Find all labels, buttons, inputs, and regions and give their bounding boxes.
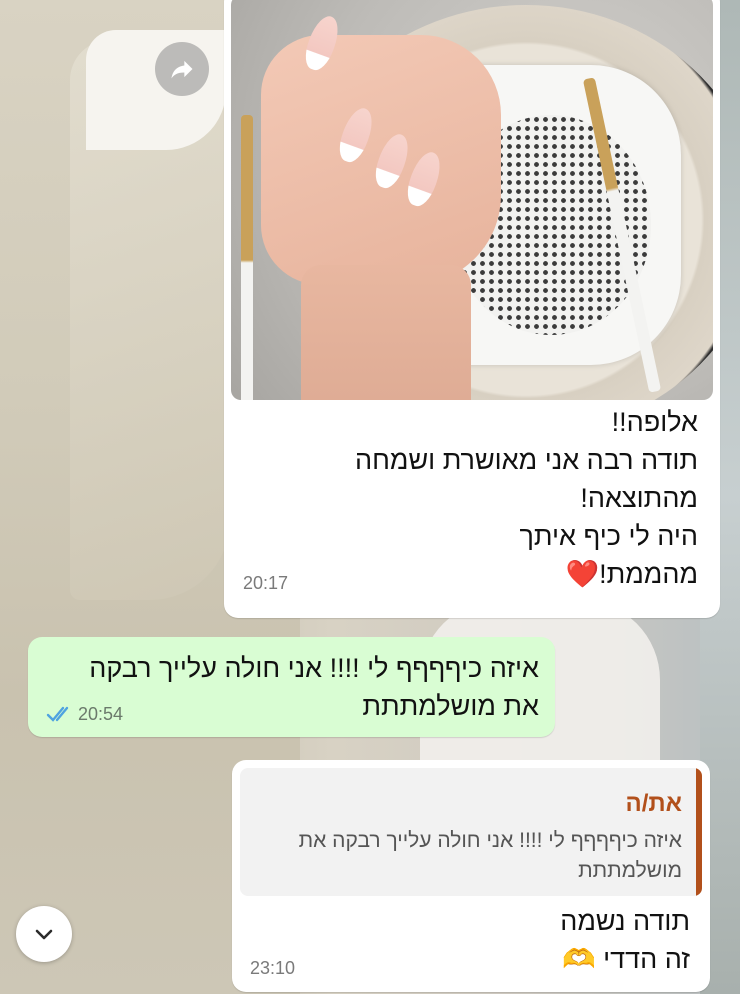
message-line: תודה רבה אני מאושרת ושמחה bbox=[355, 445, 698, 475]
background-shirt bbox=[86, 30, 226, 150]
quote-author: את/ה bbox=[625, 790, 682, 817]
scroll-down-button[interactable] bbox=[16, 906, 72, 962]
quoted-message[interactable]: את/ה איזה כיףףףף לי !!!! אני חולה עלייך … bbox=[240, 768, 702, 896]
message-time: 20:54 bbox=[78, 704, 124, 724]
forward-arrow-icon bbox=[171, 60, 193, 79]
message-text: תודה נשמה זה הדדי 🫶 bbox=[250, 902, 690, 978]
heart-hands-emoji: 🫶 bbox=[562, 944, 596, 974]
message-line: מהתוצאה! bbox=[580, 483, 698, 513]
message-line: היה לי כיף איתך bbox=[519, 521, 699, 551]
message-time: 23:10 bbox=[250, 958, 296, 978]
message-text: אלופה!! תודה רבה אני מאושרת ושמחה מהתוצא… bbox=[238, 403, 698, 593]
photo-wrist bbox=[301, 265, 471, 400]
outgoing-message[interactable]: איזה כיףףףף לי !!!! אני חולה עלייך רבקה … bbox=[28, 637, 555, 737]
forward-button[interactable] bbox=[155, 42, 209, 96]
photo-knife bbox=[241, 115, 253, 400]
message-line: זה הדדי 🫶 bbox=[250, 940, 690, 978]
message-line: אלופה!! bbox=[611, 407, 698, 437]
quote-line: איזה כיףףףף לי !!!! אני חולה עלייך רבקה … bbox=[298, 829, 682, 852]
message-time: 20:17 bbox=[243, 573, 289, 593]
message-line-text: זה הדדי bbox=[603, 944, 690, 974]
message-photo[interactable] bbox=[231, 0, 713, 400]
message-line: מהממת!❤️ bbox=[238, 555, 698, 593]
incoming-image-message[interactable]: אלופה!! תודה רבה אני מאושרת ושמחה מהתוצא… bbox=[224, 0, 720, 618]
incoming-reply-message[interactable]: את/ה איזה כיףףףף לי !!!! אני חולה עלייך … bbox=[232, 760, 710, 992]
quote-accent-bar bbox=[696, 768, 702, 896]
quote-text: איזה כיףףףף לי !!!! אני חולה עלייך רבקה … bbox=[252, 826, 682, 886]
heart-emoji: ❤️ bbox=[565, 559, 600, 589]
quote-line: מושלמתתת bbox=[578, 859, 682, 882]
chevron-down-icon bbox=[35, 929, 53, 940]
message-line: תודה נשמה bbox=[560, 906, 690, 936]
message-line-text: מהממת! bbox=[599, 559, 698, 589]
message-line: איזה כיףףףף לי !!!! אני חולה עלייך רבקה bbox=[89, 653, 539, 683]
double-check-icon bbox=[46, 706, 69, 722]
